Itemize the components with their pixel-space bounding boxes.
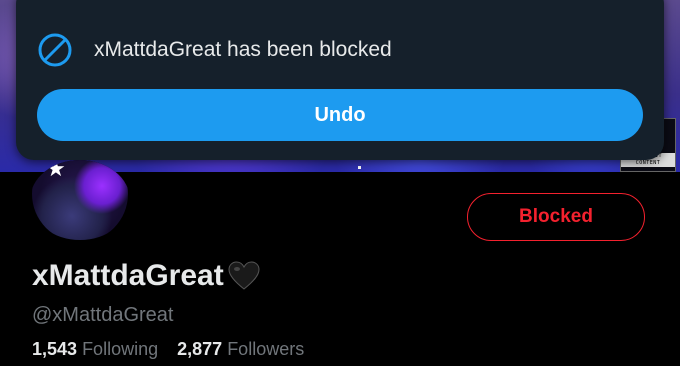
black-heart-icon <box>228 261 260 290</box>
following-label: Following <box>82 339 159 359</box>
undo-button[interactable]: Undo <box>37 89 643 141</box>
followers-label: Followers <box>227 339 305 359</box>
display-name: xMattdaGreat <box>32 259 260 293</box>
blocked-toast: xMattdaGreat has been blocked Undo <box>16 0 664 160</box>
star-icon: ★ <box>46 160 66 181</box>
followers-link[interactable]: 2,877 Followers <box>177 339 304 360</box>
toast-message: xMattdaGreat has been blocked <box>94 38 392 61</box>
banner-speck <box>358 166 361 169</box>
avatar[interactable]: ★ <box>30 160 130 240</box>
follow-stats: 1,543 Following 2,877 Followers <box>32 339 318 360</box>
display-name-text: xMattdaGreat <box>32 259 224 292</box>
block-icon <box>38 33 72 67</box>
avatar-image: ★ <box>32 160 128 240</box>
following-count: 1,543 <box>32 339 78 359</box>
blocked-button[interactable]: Blocked <box>467 193 645 241</box>
followers-count: 2,877 <box>177 339 223 359</box>
following-link[interactable]: 1,543 Following <box>32 339 158 360</box>
user-handle: @xMattdaGreat <box>32 304 174 326</box>
